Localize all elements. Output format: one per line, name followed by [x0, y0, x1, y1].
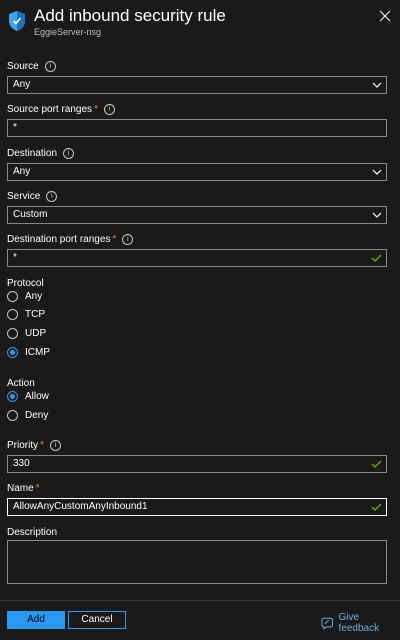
- name-value: AllowAnyCustomAnyInbound1: [13, 501, 148, 512]
- destination-dropdown[interactable]: Any: [7, 163, 387, 181]
- radio-button-selected[interactable]: [7, 390, 18, 402]
- shield-icon: [9, 11, 25, 31]
- radio-button-selected[interactable]: [7, 346, 18, 358]
- chevron-down-icon: [372, 82, 382, 88]
- info-icon[interactable]: i: [103, 103, 115, 115]
- check-icon: [371, 460, 382, 468]
- source-label: Source: [7, 60, 39, 72]
- source-ports-field: Source port ranges * i *: [7, 102, 387, 137]
- protocol-label: Protocol: [7, 277, 44, 289]
- radio-button[interactable]: [7, 308, 18, 320]
- blade-header: Add inbound security rule EggieServer-ns…: [0, 0, 400, 46]
- check-icon: [371, 503, 382, 511]
- dest-ports-value: *: [13, 252, 17, 263]
- priority-input[interactable]: 330: [7, 455, 387, 473]
- description-field: Description: [7, 525, 387, 539]
- protocol-option-tcp[interactable]: TCP: [7, 307, 45, 321]
- priority-field: Priority * i 330: [7, 438, 387, 473]
- source-field: Source i Any: [7, 59, 387, 94]
- source-value: Any: [13, 79, 31, 90]
- give-feedback-link[interactable]: Give feedback: [321, 612, 400, 634]
- page-subtitle: EggieServer-nsg: [34, 27, 102, 37]
- check-icon: [371, 254, 382, 262]
- name-label: Name: [7, 482, 34, 494]
- info-icon[interactable]: i: [50, 439, 62, 451]
- protocol-option-any[interactable]: Any: [7, 289, 42, 303]
- description-textarea[interactable]: [7, 540, 387, 584]
- protocol-option-udp[interactable]: UDP: [7, 326, 46, 340]
- dest-ports-input[interactable]: *: [7, 249, 387, 267]
- required-asterisk: *: [35, 482, 40, 494]
- required-asterisk: *: [94, 103, 98, 115]
- service-dropdown[interactable]: Custom: [7, 206, 387, 224]
- info-icon[interactable]: i: [63, 147, 75, 159]
- destination-value: Any: [13, 166, 31, 177]
- destination-field: Destination i Any: [7, 146, 387, 181]
- chevron-down-icon: [372, 169, 382, 175]
- source-ports-value: *: [13, 122, 17, 133]
- priority-value: 330: [13, 458, 30, 469]
- info-icon[interactable]: i: [122, 233, 134, 245]
- radio-button[interactable]: [7, 327, 18, 339]
- add-button[interactable]: Add: [7, 611, 65, 629]
- source-ports-label: Source port ranges: [7, 103, 93, 115]
- source-dropdown[interactable]: Any: [7, 76, 387, 94]
- action-label: Action: [7, 377, 35, 389]
- chevron-down-icon: [372, 212, 382, 218]
- service-field: Service i Custom: [7, 189, 387, 224]
- source-ports-input[interactable]: *: [7, 119, 387, 137]
- service-value: Custom: [13, 209, 48, 220]
- service-label: Service: [7, 190, 41, 202]
- required-asterisk: *: [112, 233, 117, 245]
- give-feedback-label: Give feedback: [338, 612, 380, 634]
- radio-button[interactable]: [7, 290, 18, 302]
- description-label: Description: [7, 526, 58, 538]
- info-icon[interactable]: i: [44, 60, 56, 72]
- destination-label: Destination: [7, 147, 58, 159]
- radio-button[interactable]: [7, 409, 18, 421]
- close-icon[interactable]: [376, 7, 394, 25]
- action-option-allow[interactable]: Allow: [7, 389, 49, 403]
- priority-label: Priority: [7, 439, 39, 451]
- info-icon[interactable]: i: [46, 190, 58, 202]
- footer-divider: [0, 600, 400, 601]
- name-field: Name * AllowAnyCustomAnyInbound1: [7, 481, 387, 516]
- required-asterisk: *: [40, 439, 45, 451]
- name-input[interactable]: AllowAnyCustomAnyInbound1: [7, 498, 387, 516]
- action-field: Action: [7, 376, 387, 390]
- protocol-field: Protocol: [7, 276, 387, 290]
- feedback-icon: [321, 617, 334, 630]
- dest-ports-label: Destination port ranges: [7, 233, 111, 245]
- protocol-option-icmp[interactable]: ICMP: [7, 345, 50, 359]
- cancel-button[interactable]: Cancel: [68, 611, 126, 629]
- dest-ports-field: Destination port ranges * i *: [7, 232, 387, 267]
- action-option-deny[interactable]: Deny: [7, 408, 48, 422]
- page-title: Add inbound security rule: [34, 6, 226, 25]
